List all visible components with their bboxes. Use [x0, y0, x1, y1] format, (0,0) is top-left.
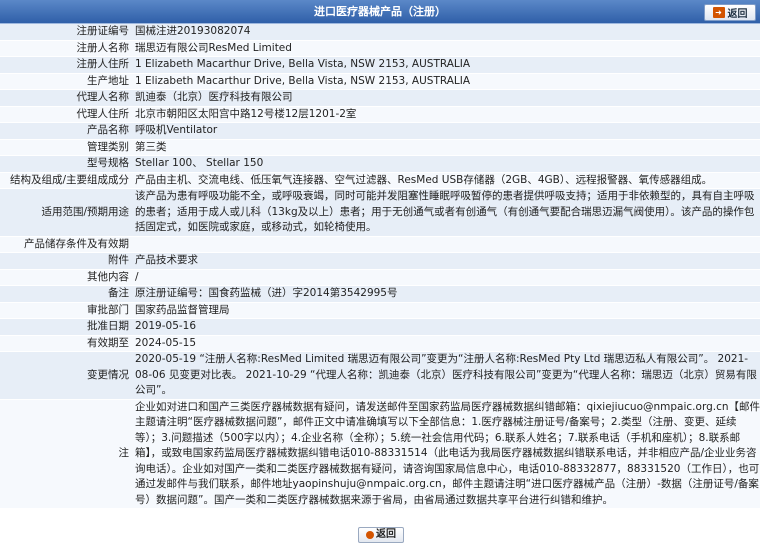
- row-value: 凯迪泰（北京）医疗科技有限公司: [132, 89, 760, 107]
- back-button-top[interactable]: ➜ 返回: [704, 4, 756, 21]
- table-row: 代理人名称 凯迪泰（北京）医疗科技有限公司: [0, 89, 760, 107]
- row-value: 1 Elizabeth Macarthur Drive, Bella Vista…: [132, 73, 760, 90]
- row-value: 2024-05-15: [132, 335, 760, 352]
- row-value: Stellar 100、 Stellar 150: [132, 155, 760, 173]
- row-label: 代理人住所: [0, 106, 132, 123]
- row-label: 有效期至: [0, 335, 132, 352]
- row-label: 适用范围/预期用途: [0, 188, 132, 237]
- table-row: 管理类别 第三类: [0, 139, 760, 156]
- row-label: 变更情况: [0, 351, 132, 400]
- table-row: 结构及组成/主要组成成分 产品由主机、交流电线、低压氧气连接器、空气过滤器、Res…: [0, 172, 760, 189]
- page-title: 进口医疗器械产品（注册）: [314, 5, 446, 18]
- table-row: 适用范围/预期用途 该产品为患有呼吸功能不全，或呼吸衰竭，同时可能并发阻塞性睡眠呼…: [0, 188, 760, 237]
- table-row: 备注 原注册证编号：国食药监械（进）字2014第3542995号: [0, 285, 760, 303]
- table-row: 生产地址 1 Elizabeth Macarthur Drive, Bella V…: [0, 73, 760, 90]
- table-row: 有效期至 2024-05-15: [0, 335, 760, 352]
- table-row: 注企业如对进口和国产三类医疗器械数据有疑问，请发送邮件至国家药监局医疗器械数据纠…: [0, 399, 760, 509]
- row-label: 备注: [0, 285, 132, 303]
- row-value: 该产品为患有呼吸功能不全，或呼吸衰竭，同时可能并发阻塞性睡眠呼吸暂停的患者提供呼…: [132, 188, 760, 237]
- header-bar: 进口医疗器械产品（注册） ➜ 返回: [0, 0, 760, 24]
- row-label: 审批部门: [0, 302, 132, 319]
- back-button-label: 返回: [376, 529, 396, 540]
- back-arrow-icon: ➜: [712, 7, 725, 18]
- row-value: 国械注进20193082074: [132, 24, 760, 41]
- row-value: [132, 236, 760, 253]
- info-table: 注册证编号 国械注进20193082074 注册人名称 瑞思迈有限公司ResMed …: [0, 24, 760, 509]
- row-label: 代理人名称: [0, 89, 132, 107]
- page: 进口医疗器械产品（注册） ➜ 返回 注册证编号 国械注进20193082074 注…: [0, 0, 760, 543]
- row-label: 附件: [0, 252, 132, 270]
- table-row: 附件 产品技术要求: [0, 252, 760, 270]
- row-value: 北京市朝阳区太阳宫中路12号楼12层1201-2室: [132, 106, 760, 123]
- table-row: 产品储存条件及有效期: [0, 236, 760, 253]
- table-row: 型号规格 Stellar 100、 Stellar 150: [0, 155, 760, 173]
- row-value: 瑞思迈有限公司ResMed Limited: [132, 40, 760, 57]
- row-value: /: [132, 269, 760, 286]
- row-label: 批准日期: [0, 318, 132, 336]
- row-label: 产品名称: [0, 122, 132, 140]
- row-value: 2019-05-16: [132, 318, 760, 336]
- table-row: 批准日期 2019-05-16: [0, 318, 760, 336]
- table-row: 注册证编号 国械注进20193082074: [0, 24, 760, 41]
- row-label: 注册人住所: [0, 56, 132, 74]
- row-value: 原注册证编号：国食药监械（进）字2014第3542995号: [132, 285, 760, 303]
- table-row: 代理人住所 北京市朝阳区太阳宫中路12号楼12层1201-2室: [0, 106, 760, 123]
- row-value: 产品技术要求: [132, 252, 760, 270]
- row-value: 第三类: [132, 139, 760, 156]
- table-row: 注册人名称 瑞思迈有限公司ResMed Limited: [0, 40, 760, 57]
- row-label: 注册人名称: [0, 40, 132, 57]
- row-value: 呼吸机Ventilator: [132, 122, 760, 140]
- row-label: 注册证编号: [0, 24, 132, 41]
- row-label: 型号规格: [0, 155, 132, 173]
- table-row: 注册人住所 1 Elizabeth Macarthur Drive, Bella …: [0, 56, 760, 74]
- row-value: 国家药品监督管理局: [132, 302, 760, 319]
- row-label: 生产地址: [0, 73, 132, 90]
- back-button-label: 返回: [727, 9, 748, 20]
- row-value: 企业如对进口和国产三类医疗器械数据有疑问，请发送邮件至国家药监局医疗器械数据纠错…: [132, 399, 760, 509]
- table-row: 变更情况 2020-05-19 “注册人名称:ResMed Limited 瑞思迈…: [0, 351, 760, 400]
- row-value: 2020-05-19 “注册人名称:ResMed Limited 瑞思迈有限公司…: [132, 351, 760, 400]
- row-label: 管理类别: [0, 139, 132, 156]
- row-label: 注: [0, 399, 132, 509]
- row-label: 产品储存条件及有效期: [0, 236, 132, 253]
- row-value: 1 Elizabeth Macarthur Drive, Bella Vista…: [132, 56, 760, 74]
- table-row: 产品名称 呼吸机Ventilator: [0, 122, 760, 140]
- row-label: 其他内容: [0, 269, 132, 286]
- table-row: 其他内容 /: [0, 269, 760, 286]
- row-label: 结构及组成/主要组成成分: [0, 172, 132, 189]
- row-value: 产品由主机、交流电线、低压氧气连接器、空气过滤器、ResMed USB存储器（2…: [132, 172, 760, 189]
- back-dot-icon: [366, 531, 374, 539]
- table-row: 审批部门 国家药品监督管理局: [0, 302, 760, 319]
